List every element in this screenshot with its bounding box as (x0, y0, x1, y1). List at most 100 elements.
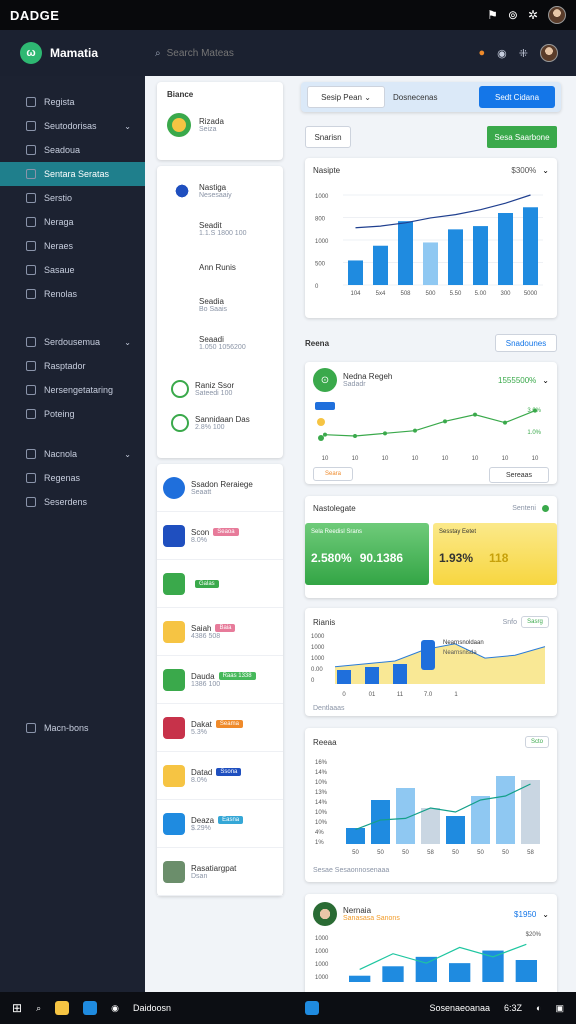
sidebar-item-5[interactable]: Neraga (0, 210, 145, 234)
start-icon[interactable]: ⊞ (12, 1001, 22, 1015)
point (503, 420, 507, 425)
search-input[interactable] (166, 47, 367, 59)
point (443, 419, 447, 424)
volume-icon[interactable]: ◐ (536, 1003, 541, 1013)
list-item[interactable]: Rasatiargpat Dsan (157, 848, 283, 896)
metric-item[interactable]: Seadit 1.1.S 1800 100 (165, 210, 275, 248)
notification-icon[interactable]: ● (479, 47, 486, 59)
card2-icon: ⊙ (313, 368, 337, 392)
bar (382, 966, 404, 982)
sidebar-item-c-0[interactable]: Nacnola ⌄ (0, 442, 145, 466)
list-item[interactable]: Ssadon Reraiege Seaatt (157, 464, 283, 512)
settings-icon[interactable]: ✲ (528, 8, 538, 22)
primary-button[interactable]: Sedt Cidana (479, 86, 555, 108)
chart4-button[interactable]: Scto (525, 736, 549, 748)
sidebar-item-b-3[interactable]: Poteing (0, 402, 145, 426)
metric-icon (171, 380, 189, 398)
search-taskbar-icon[interactable]: ⌕ (36, 1003, 41, 1014)
sidebar-item-c-1[interactable]: Regenas (0, 466, 145, 490)
sidebar-item-8[interactable]: Renolas (0, 282, 145, 306)
chevron-down-icon: ⌄ (124, 449, 131, 459)
y-tick-label: 14% (315, 800, 328, 806)
browser-icon[interactable]: ◉ (111, 1003, 119, 1014)
list-item-pill: Baia (215, 624, 236, 632)
app-icon[interactable] (83, 1001, 98, 1015)
taskbar-label[interactable]: Daidoosn (133, 1003, 171, 1013)
y-tick-label: 1000 (311, 634, 325, 640)
grid-icon[interactable]: ⁜ (519, 47, 528, 60)
bar (421, 808, 440, 844)
list-item[interactable]: Galas (157, 560, 283, 608)
folder-icon[interactable] (55, 1001, 70, 1015)
green-button[interactable]: Sesa Saarbone (487, 126, 557, 148)
list-card: Ssadon Reraiege Seaatt Scon Seaoa 8.0% Galas S… (157, 464, 283, 896)
list-item[interactable]: Dakat Seama 5.3% (157, 704, 283, 752)
help-icon[interactable]: ◉ (497, 47, 507, 60)
nav-label: Poteing (44, 409, 75, 419)
nav-icon (26, 145, 36, 155)
tile-yellow[interactable]: Sesstay Eetet 1.93% 118 (433, 523, 557, 585)
card2-button[interactable]: Seara (313, 467, 353, 481)
notification-center-icon[interactable]: ▣ (555, 1003, 564, 1014)
sidebar-item-b-2[interactable]: Nersengetataring (0, 378, 145, 402)
chart3-label: Snfo (502, 618, 517, 626)
metric-sub: Bo Saais (199, 306, 228, 313)
nav-icon (26, 97, 36, 107)
list-item-pill: Seama (215, 720, 243, 728)
sidebar-item-2[interactable]: Seadoua (0, 138, 145, 162)
metric-item[interactable]: Seadia Bo Saais (165, 286, 275, 324)
list-item-name: Rasatiargpat (191, 863, 237, 873)
metric-item[interactable]: Nastiga Nesesaaiy (165, 172, 275, 210)
tile-green[interactable]: Sela Reedisl Srans 2.580% 90.1386 (305, 523, 429, 585)
list-item[interactable]: Scon Seaoa 8.0% (157, 512, 283, 560)
avatar[interactable] (548, 6, 566, 24)
metric-item[interactable]: Seaadi 1.050 1056200 (165, 324, 275, 362)
y-tick-label: 1000 (315, 194, 329, 200)
shield-icon[interactable]: ⊚ (508, 8, 518, 22)
sidebar-item-4[interactable]: Serstio (0, 186, 145, 210)
nav-icon (26, 497, 36, 507)
nav-label: Seserdens (44, 497, 88, 507)
list-item-sub: 8.0% (191, 536, 207, 544)
list-item-sub: 4386 508 (191, 632, 221, 640)
sidebar-item-b-1[interactable]: Rasptador (0, 354, 145, 378)
chart3-button[interactable]: Sasrg (521, 616, 549, 628)
sidebar-item-3[interactable]: Sentara Seratas (0, 162, 145, 186)
sidebar-item-1[interactable]: Seutodorisas ⌄ (0, 114, 145, 138)
search-box[interactable]: ⌕ (155, 47, 367, 59)
user-avatar[interactable] (540, 44, 558, 62)
metric-item[interactable]: Ann Runis (165, 248, 275, 286)
sidebar-item-0[interactable]: Regista (0, 90, 145, 114)
list-item[interactable]: Deaza Easna $.29% (157, 800, 283, 848)
section2-button[interactable]: Snadounes (495, 334, 557, 352)
chevron-down-icon-3[interactable]: ⌄ (542, 910, 549, 919)
sidebar-item-c-2[interactable]: Seserdens (0, 490, 145, 514)
x-tick-label: 10 (352, 456, 359, 462)
sidebar-item-b-0[interactable]: Serdousemua ⌄ (0, 330, 145, 354)
metric-item-2[interactable]: Raniz Ssor Sateedi 100 (165, 372, 275, 406)
sidebar-item-6[interactable]: Neraes (0, 234, 145, 258)
store-icon[interactable] (305, 1001, 319, 1015)
chart5-card: Nernaia Sanasasa Sanons $1950 ⌄ 1000 1000… (305, 894, 557, 992)
search-button[interactable]: Snarisn (305, 126, 351, 148)
chevron-down-icon[interactable]: ⌄ (542, 166, 549, 175)
toolbar: Sesip Pean ⌄ Dosnecenas Sedt Cidana (301, 82, 561, 112)
metric-item-2[interactable]: Sannidaan Das 2.8% 100 (165, 406, 275, 440)
bar (348, 260, 363, 285)
period-dropdown[interactable]: Sesip Pean ⌄ (307, 86, 385, 108)
list-item-name: Dauda (191, 671, 215, 681)
sidebar-footer[interactable]: Macn-bons (0, 716, 145, 740)
legend-sub: Nearnsnisda (443, 650, 477, 656)
point (383, 431, 387, 436)
brand[interactable]: ω Mamatia (0, 42, 145, 64)
flag-icon[interactable]: ⚑ (487, 8, 498, 22)
chart5-value: $1950 (514, 909, 537, 919)
sidebar-item-7[interactable]: Sasaue (0, 258, 145, 282)
list-item[interactable]: Dauda Raas 1338 1386 100 (157, 656, 283, 704)
list-item[interactable]: Datad Ssona 8.0% (157, 752, 283, 800)
nav-label: Serstio (44, 193, 73, 203)
list-item[interactable]: Saiah Baia 4386 508 (157, 608, 283, 656)
metric-name: Seadia (199, 297, 224, 306)
chevron-down-icon-2[interactable]: ⌄ (542, 376, 549, 385)
card2-more[interactable]: Sereaas (489, 467, 549, 483)
